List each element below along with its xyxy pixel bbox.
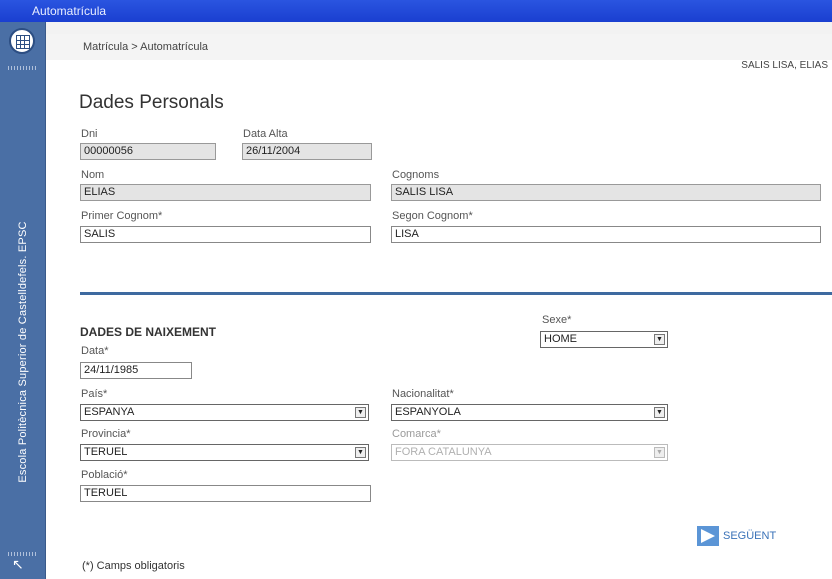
nacionalitat-select[interactable]: ESPANYOLA ▼ xyxy=(391,404,668,421)
breadcrumb-text[interactable]: Matrícula > Automatrícula xyxy=(83,41,208,53)
sexe-value: HOME xyxy=(544,333,577,345)
primer-cognom-input[interactable]: SALIS xyxy=(80,226,371,243)
provincia-select[interactable]: TERUEL ▼ xyxy=(80,444,369,461)
data-naixement-label: Data* xyxy=(81,345,109,357)
dni-label: Dni xyxy=(81,128,98,140)
cognoms-label: Cognoms xyxy=(392,169,440,181)
school-name: Escola Politècnica Superior de Castellde… xyxy=(17,221,29,483)
nacionalitat-label: Nacionalitat* xyxy=(392,388,454,400)
data-alta-field[interactable]: 26/11/2004 xyxy=(242,143,372,160)
cursor-arrow-icon[interactable]: ↖ xyxy=(12,556,24,573)
provincia-value: TERUEL xyxy=(84,446,128,458)
arrow-right-icon[interactable] xyxy=(697,526,719,546)
upc-logo-icon[interactable] xyxy=(9,28,35,54)
chevron-down-icon: ▼ xyxy=(654,447,665,458)
nom-label: Nom xyxy=(81,169,105,181)
next-label[interactable]: SEGÜENT xyxy=(723,530,776,542)
chevron-down-icon[interactable]: ▼ xyxy=(355,407,366,418)
data-naixement-input[interactable]: 24/11/1985 xyxy=(80,362,192,379)
dni-field[interactable]: 00000056 xyxy=(80,143,216,160)
page-title: Dades Personals xyxy=(79,92,224,113)
section-divider xyxy=(80,292,832,295)
sexe-label: Sexe* xyxy=(542,314,572,326)
comarca-value: FORA CATALUNYA xyxy=(395,446,492,458)
sidebar-separator xyxy=(8,66,38,70)
top-strip xyxy=(46,22,832,34)
provincia-label: Provincia* xyxy=(81,428,131,440)
chevron-down-icon[interactable]: ▼ xyxy=(654,407,665,418)
pais-value: ESPANYA xyxy=(84,406,135,418)
comarca-select: FORA CATALUNYA ▼ xyxy=(391,444,668,461)
segon-cognom-input[interactable]: LISA xyxy=(391,226,821,243)
window-title: Automatrícula xyxy=(32,4,107,18)
window-titlebar: Automatrícula xyxy=(0,0,832,22)
sexe-select[interactable]: HOME ▼ xyxy=(540,331,668,348)
primer-cognom-label: Primer Cognom* xyxy=(81,210,163,222)
sidebar: Escola Politècnica Superior de Castellde… xyxy=(0,22,46,579)
required-fields-note: (*) Camps obligatoris xyxy=(82,560,185,572)
segon-cognom-label: Segon Cognom* xyxy=(392,210,473,222)
breadcrumb: Matrícula > Automatrícula xyxy=(46,34,832,60)
cognoms-field[interactable]: SALIS LISA xyxy=(391,184,821,201)
user-name: SALIS LISA, ELIAS xyxy=(741,60,828,71)
birth-section-title: DADES DE NAIXEMENT xyxy=(80,325,217,339)
poblacio-label: Població* xyxy=(81,469,128,481)
comarca-label: Comarca* xyxy=(392,428,441,440)
chevron-down-icon[interactable]: ▼ xyxy=(355,447,366,458)
pais-select[interactable]: ESPANYA ▼ xyxy=(80,404,369,421)
chevron-down-icon[interactable]: ▼ xyxy=(654,334,665,345)
poblacio-input[interactable]: TERUEL xyxy=(80,485,371,502)
nacionalitat-value: ESPANYOLA xyxy=(395,406,461,418)
data-alta-label: Data Alta xyxy=(243,128,288,140)
nom-field[interactable]: ELIAS xyxy=(80,184,371,201)
next-button[interactable]: SEGÜENT xyxy=(697,526,776,546)
pais-label: País* xyxy=(81,388,108,400)
